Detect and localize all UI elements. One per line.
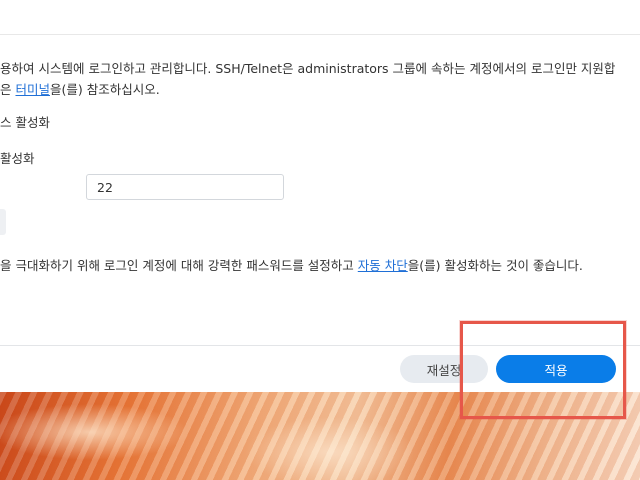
security-note-prefix: 을 극대화하기 위해 로그인 계정에 대해 강력한 패스워드를 설정하고	[0, 258, 358, 273]
reset-button[interactable]: 재설정	[400, 355, 488, 383]
telnet-enable-label[interactable]: 스 활성화	[0, 112, 50, 131]
security-note-suffix: 을(를) 활성화하는 것이 좋습니다.	[407, 258, 583, 273]
footer-divider	[0, 345, 640, 346]
description-line-1: 용하여 시스템에 로그인하고 관리합니다. SSH/Telnet은 admini…	[0, 58, 615, 77]
security-note: 을 극대화하기 위해 로그인 계정에 대해 강력한 패스워드를 설정하고 자동 …	[0, 255, 583, 274]
top-divider	[0, 34, 640, 35]
auto-block-link[interactable]: 자동 차단	[358, 258, 408, 273]
description-line-2: 은 터미널을(를) 참조하십시오.	[0, 79, 160, 98]
partial-control[interactable]	[0, 209, 6, 235]
desktop-wallpaper	[0, 392, 640, 480]
apply-button[interactable]: 적용	[496, 355, 616, 383]
terminal-link[interactable]: 터미널	[15, 82, 50, 97]
description-text: 용하여 시스템에 로그인하고 관리합니다. SSH/Telnet은 admini…	[0, 61, 616, 76]
port-input[interactable]	[86, 174, 284, 200]
description-prefix: 은	[0, 82, 16, 97]
description-suffix: 을(를) 참조하십시오.	[50, 82, 160, 97]
settings-panel: 용하여 시스템에 로그인하고 관리합니다. SSH/Telnet은 admini…	[0, 0, 640, 392]
ssh-enable-label[interactable]: 활성화	[0, 148, 35, 167]
